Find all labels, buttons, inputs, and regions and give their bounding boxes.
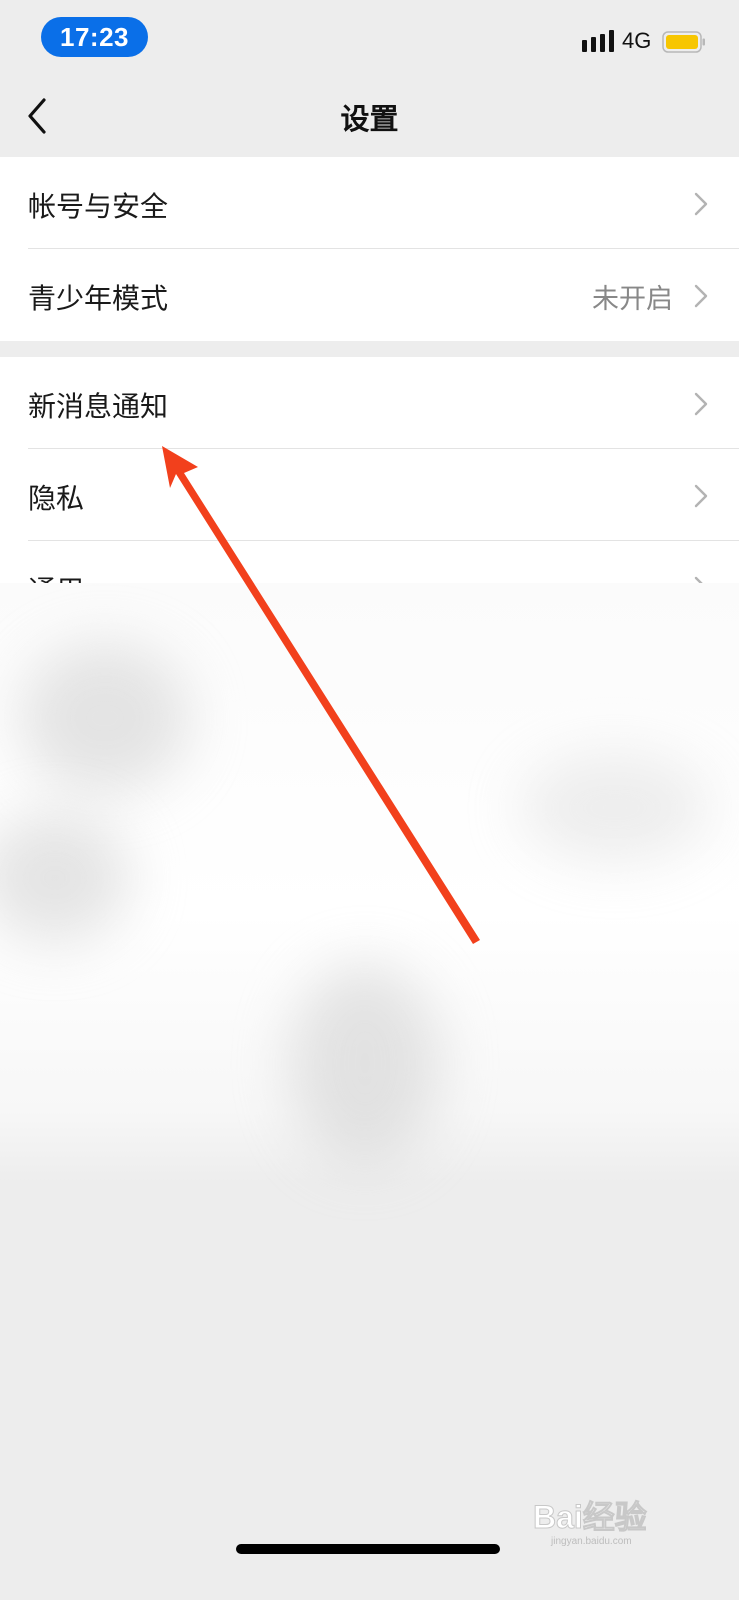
settings-group-account: 帐号与安全 青少年模式 未开启 — [0, 157, 739, 341]
blur-blob — [20, 643, 190, 793]
status-time: 17:23 — [41, 17, 148, 57]
settings-item-new-message-notification[interactable]: 新消息通知 — [0, 357, 739, 449]
battery-icon — [662, 31, 705, 53]
page-title: 设置 — [340, 102, 399, 136]
settings-item-label: 隐私 — [28, 482, 85, 515]
cellular-signal-icon — [582, 30, 614, 52]
settings-item-privacy[interactable]: 隐私 — [0, 449, 739, 541]
svg-text:jingyan.baidu.com: jingyan.baidu.com — [550, 1536, 632, 1547]
blur-blob — [290, 963, 440, 1163]
blur-blob — [0, 813, 130, 943]
chevron-right-icon — [694, 284, 708, 308]
settings-item-teen-mode[interactable]: 青少年模式 未开启 — [0, 249, 739, 341]
settings-item-value: 未开启 — [592, 284, 673, 315]
baidu-jingyan-watermark: Bai经验 jingyan.baidu.com — [533, 1499, 647, 1548]
settings-group-general: 新消息通知 隐私 通用 — [0, 357, 739, 587]
nav-bar: 设置 — [0, 78, 739, 156]
settings-item-label: 青少年模式 — [28, 282, 169, 315]
settings-item-label: 新消息通知 — [28, 390, 169, 423]
chevron-right-icon — [694, 484, 708, 508]
blurred-region — [0, 583, 739, 1183]
svg-text:Bai经验: Bai经验 — [533, 1499, 647, 1535]
settings-item-account-security[interactable]: 帐号与安全 — [0, 157, 739, 249]
settings-item-general[interactable]: 通用 — [0, 541, 739, 587]
chevron-right-icon — [694, 192, 708, 216]
chevron-right-icon — [694, 392, 708, 416]
settings-item-label: 帐号与安全 — [28, 190, 169, 223]
home-indicator[interactable] — [236, 1544, 500, 1554]
blur-blob — [520, 753, 710, 863]
status-bar: 17:23 4G — [0, 0, 739, 78]
network-type: 4G — [622, 28, 652, 53]
